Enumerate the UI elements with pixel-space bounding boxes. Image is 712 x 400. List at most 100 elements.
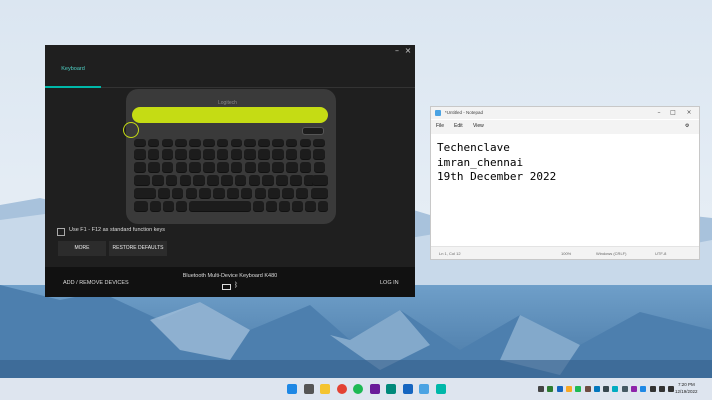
key-highlight-ring[interactable] (123, 122, 139, 138)
keyboard-key[interactable] (199, 188, 211, 198)
keyboard-key[interactable] (216, 139, 229, 146)
bluetooth-icon[interactable] (640, 386, 647, 392)
tray-app-icon[interactable] (612, 386, 619, 392)
menu-file[interactable]: File (436, 123, 444, 129)
keyboard-key[interactable] (253, 201, 264, 211)
keyboard-key[interactable] (161, 162, 174, 172)
keyboard-key[interactable] (299, 162, 312, 172)
keyboard-key[interactable] (290, 175, 302, 185)
tray-app-icon[interactable] (631, 386, 637, 392)
keyboard-key[interactable] (296, 188, 308, 198)
keyboard-key[interactable] (318, 201, 328, 211)
keyboard-key[interactable] (165, 175, 178, 185)
menu-view[interactable]: View (473, 123, 484, 129)
fn-keys-checkbox[interactable] (57, 228, 65, 236)
keyboard-key[interactable] (158, 188, 170, 198)
keyboard-key[interactable] (185, 188, 198, 198)
keyboard-key[interactable] (266, 201, 277, 211)
keyboard-key[interactable] (262, 175, 274, 185)
keyboard-key[interactable] (134, 175, 150, 185)
logitech-options-icon[interactable] (435, 384, 446, 394)
keyboard-key[interactable] (203, 149, 215, 159)
keyboard-key[interactable] (171, 188, 184, 198)
keyboard-key[interactable] (152, 175, 164, 185)
tray-app-icon[interactable] (565, 386, 572, 392)
close-button[interactable]: × (402, 46, 414, 56)
log-in-button[interactable]: LOG IN (380, 280, 399, 286)
restore-defaults-button[interactable]: RESTORE DEFAULTS (109, 241, 167, 256)
tray-app-icon[interactable] (556, 386, 563, 392)
keyboard-key[interactable] (134, 201, 148, 211)
keyboard-key[interactable] (213, 188, 225, 198)
keyboard-key[interactable] (161, 139, 174, 146)
tray-app-icon[interactable] (584, 386, 591, 392)
search-icon[interactable] (303, 384, 314, 394)
keyboard-key[interactable] (254, 188, 267, 198)
tray-app-icon[interactable] (621, 386, 628, 392)
chevron-up-icon[interactable] (538, 386, 544, 392)
keyboard-key[interactable] (175, 162, 188, 172)
keyboard-key[interactable] (272, 149, 284, 159)
close-button[interactable]: × (683, 108, 695, 118)
keyboard-key[interactable] (279, 201, 290, 211)
keyboard-key[interactable] (207, 175, 219, 185)
wifi-icon[interactable] (649, 386, 656, 392)
keyboard-key[interactable] (134, 149, 146, 159)
maximize-button[interactable]: □ (667, 108, 679, 118)
keyboard-key[interactable] (161, 149, 174, 159)
battery-icon[interactable] (668, 386, 675, 392)
keyboard-key[interactable] (134, 139, 146, 146)
start-icon[interactable] (287, 384, 297, 394)
keyboard-key[interactable] (258, 149, 270, 159)
keyboard-key[interactable] (244, 162, 257, 172)
keyboard-key[interactable] (258, 162, 270, 172)
keyboard-key[interactable] (299, 139, 312, 146)
file-explorer-icon[interactable] (320, 384, 330, 394)
app-icon[interactable] (369, 384, 380, 394)
keyboard-key[interactable] (217, 162, 229, 172)
keyboard-key[interactable] (230, 149, 243, 159)
keyboard-key[interactable] (282, 188, 294, 198)
keyboard-key[interactable] (272, 162, 284, 172)
keyboard-key[interactable] (299, 149, 312, 159)
more-button[interactable]: MORE (58, 241, 106, 256)
keyboard-key[interactable] (312, 175, 328, 185)
keyboard-key[interactable] (258, 139, 270, 146)
keyboard-key[interactable] (313, 149, 325, 159)
app-icon[interactable] (386, 384, 396, 394)
minimize-button[interactable]: – (653, 108, 665, 118)
volume-icon[interactable] (658, 386, 665, 392)
keyboard-key[interactable] (248, 175, 261, 185)
keyboard-key[interactable] (285, 139, 298, 146)
keyboard-key[interactable] (227, 188, 239, 198)
keyboard-key[interactable] (272, 139, 284, 146)
keyboard-key[interactable] (189, 139, 201, 146)
tray-app-icon[interactable] (593, 386, 600, 392)
keyboard-key[interactable] (230, 162, 243, 172)
notepad-text-area[interactable]: Techenclave imran_chennai 19th December … (437, 141, 556, 185)
tray-app-icon[interactable] (547, 386, 554, 392)
keyboard-key[interactable] (203, 139, 215, 146)
tray-app-icon[interactable] (575, 386, 582, 392)
chrome-icon[interactable] (336, 384, 347, 394)
clock-time[interactable]: 7:20 PM (678, 382, 695, 387)
keyboard-key[interactable] (216, 149, 229, 159)
keyboard-key[interactable] (240, 188, 253, 198)
keyboard-key[interactable] (313, 139, 325, 146)
keyboard-key[interactable] (234, 175, 247, 185)
keyboard-key[interactable] (175, 139, 187, 146)
keyboard-key[interactable] (147, 149, 160, 159)
add-remove-devices-button[interactable]: ADD / REMOVE DEVICES (63, 280, 129, 286)
keyboard-key[interactable] (203, 162, 215, 172)
tray-app-icon[interactable] (603, 386, 610, 392)
keyboard-key[interactable] (134, 188, 156, 198)
keyboard-key[interactable] (147, 139, 160, 146)
keyboard-key[interactable] (148, 162, 160, 172)
keyboard-key[interactable] (276, 175, 288, 185)
keyboard-key[interactable] (244, 149, 256, 159)
keyboard-key[interactable] (311, 188, 328, 198)
keyboard-key[interactable] (176, 201, 187, 211)
keyboard-key[interactable] (193, 175, 205, 185)
clock-date[interactable]: 12/19/2022 (675, 389, 698, 394)
gear-icon[interactable]: ⚙ (685, 123, 689, 129)
